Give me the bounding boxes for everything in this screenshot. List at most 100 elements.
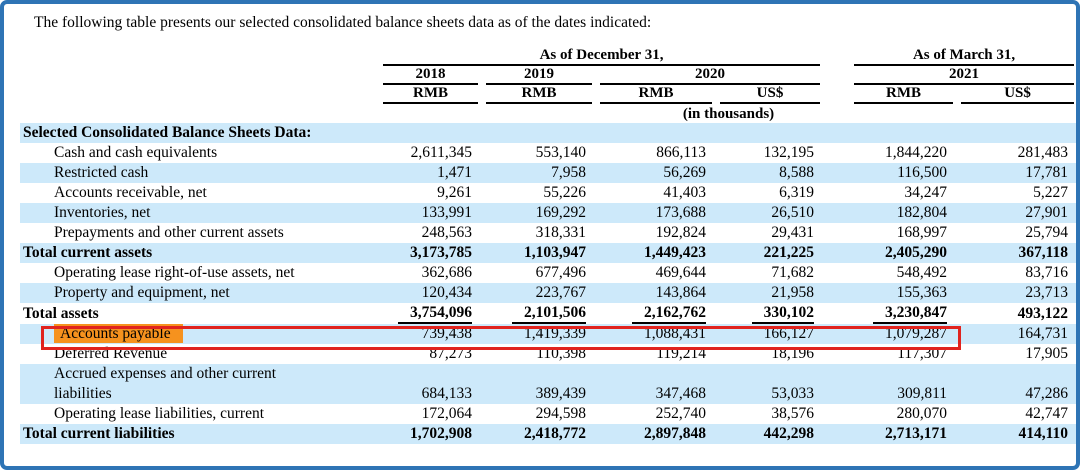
label-column-spacer [20,66,379,85]
cell-2019-rmb: 2,418,772 [482,424,596,444]
cell-2018-rmb: 172,064 [379,404,482,424]
cell-2021-rmb: 1,844,220 [850,143,957,163]
cell-2018-rmb: 2,611,345 [379,143,482,163]
cell-2019-rmb: 389,439 [482,364,596,404]
cell-2019-rmb: 55,226 [482,183,596,203]
column-gap [824,47,850,66]
table-row: Property and equipment, net120,434223,76… [20,283,1078,303]
cell-2019-rmb: 1,103,947 [482,243,596,263]
orange-highlight-marker: Accounts payable [54,324,183,343]
cell-2020-usd: 18,196 [716,344,824,364]
cell-2020-usd: 330,102 [716,303,824,324]
cell-2021-usd: 42,747 [957,404,1078,424]
cell-2021-rmb: 2,405,290 [850,243,957,263]
cell-2020-usd: 8,588 [716,163,824,183]
cell-2021-rmb: 309,811 [850,364,957,404]
cell-2019-rmb: 294,598 [482,404,596,424]
cell-2019-rmb: 7,958 [482,163,596,183]
label-column-spacer [20,104,379,123]
cell-2021-rmb: 3,230,847 [850,303,957,324]
year-header-2020: 2020 [596,66,824,85]
cell-2018-rmb: 87,273 [379,344,482,364]
cell-2019-rmb: 1,419,339 [482,324,596,344]
column-gap [824,344,850,364]
cell-2020-usd: 166,127 [716,324,824,344]
row-label: Operating lease liabilities, current [20,404,379,424]
row-label: Inventories, net [20,203,379,223]
table-row: Inventories, net133,991169,292173,68826,… [20,203,1078,223]
cell-2019-rmb: 2,101,506 [482,303,596,324]
table-row: Cash and cash equivalents2,611,345553,14… [20,143,1078,163]
units-row: (in thousands) [20,104,1078,123]
cell-2021-usd: 27,901 [957,203,1078,223]
cell-2018-rmb: 3,754,096 [379,303,482,324]
currency-header-2020-usd: US$ [716,85,824,104]
cell-2019-rmb: 110,398 [482,344,596,364]
cell-2021-rmb: 155,363 [850,283,957,303]
row-label: Operating lease right-of-use assets, net [20,263,379,283]
table-row: Accrued expenses and other currentliabil… [20,364,1078,404]
section-header: Selected Consolidated Balance Sheets Dat… [20,123,1078,143]
row-label: Accounts receivable, net [20,183,379,203]
row-label: Property and equipment, net [20,283,379,303]
cell-2021-rmb: 34,247 [850,183,957,203]
cell-2019-rmb: 318,331 [482,223,596,243]
balance-sheet-table: As of December 31, As of March 31, 2018 … [20,47,1078,444]
column-gap [824,66,850,85]
column-gap [824,424,850,444]
cell-2018-rmb: 248,563 [379,223,482,243]
row-label: Prepayments and other current assets [20,223,379,243]
row-label: Accrued expenses and other currentliabil… [20,364,379,404]
column-gap [824,243,850,263]
cell-2018-rmb: 133,991 [379,203,482,223]
cell-2020-usd: 132,195 [716,143,824,163]
cell-2019-rmb: 553,140 [482,143,596,163]
cell-2018-rmb: 9,261 [379,183,482,203]
cell-2018-rmb: 3,173,785 [379,243,482,263]
cell-2020-rmb: 469,644 [596,263,716,283]
cell-2020-usd: 442,298 [716,424,824,444]
table-row: Total current liabilities1,702,9082,418,… [20,424,1078,444]
currency-header-2021-rmb: RMB [850,85,957,104]
column-gap [824,223,850,243]
year-header-2018: 2018 [379,66,482,85]
year-header-2019: 2019 [482,66,596,85]
year-header-row: 2018 2019 2020 2021 [20,66,1078,85]
underlined-total-value: 2,162,762 [632,304,706,324]
cell-2021-rmb: 548,492 [850,263,957,283]
table-row: Operating lease right-of-use assets, net… [20,263,1078,283]
currency-header-2021-usd: US$ [957,85,1078,104]
cell-2021-usd: 47,286 [957,364,1078,404]
cell-2020-rmb: 347,468 [596,364,716,404]
cell-2020-rmb: 252,740 [596,404,716,424]
cell-2021-usd: 17,781 [957,163,1078,183]
underlined-total-value: 2,101,506 [512,304,586,324]
cell-2020-rmb: 56,269 [596,163,716,183]
cell-2020-rmb: 2,162,762 [596,303,716,324]
row-label: Total current liabilities [20,424,379,444]
cell-2020-rmb: 866,113 [596,143,716,163]
cell-2020-usd: 221,225 [716,243,824,263]
column-gap [824,163,850,183]
group-header-march-label: As of March 31, [854,47,1074,66]
group-header-december: As of December 31, [379,47,824,66]
column-gap [824,183,850,203]
label-column-spacer [20,47,379,66]
cell-2018-rmb: 1,471 [379,163,482,183]
row-label: Total assets [20,303,379,324]
cell-2019-rmb: 677,496 [482,263,596,283]
group-header-march: As of March 31, [850,47,1078,66]
cell-2019-rmb: 169,292 [482,203,596,223]
table-row: Deferred Revenue87,273110,398119,21418,1… [20,344,1078,364]
underlined-total-value: 3,230,847 [873,304,947,324]
document-page: The following table presents our selecte… [0,0,1080,470]
balance-sheet-body: Selected Consolidated Balance Sheets Dat… [20,123,1078,444]
cell-2021-rmb: 1,079,287 [850,324,957,344]
group-header-row: As of December 31, As of March 31, [20,47,1078,66]
cell-2020-usd: 6,319 [716,183,824,203]
cell-2020-usd: 71,682 [716,263,824,283]
column-gap [824,203,850,223]
cell-2021-rmb: 168,997 [850,223,957,243]
units-note: (in thousands) [379,104,1078,123]
cell-2020-rmb: 143,864 [596,283,716,303]
